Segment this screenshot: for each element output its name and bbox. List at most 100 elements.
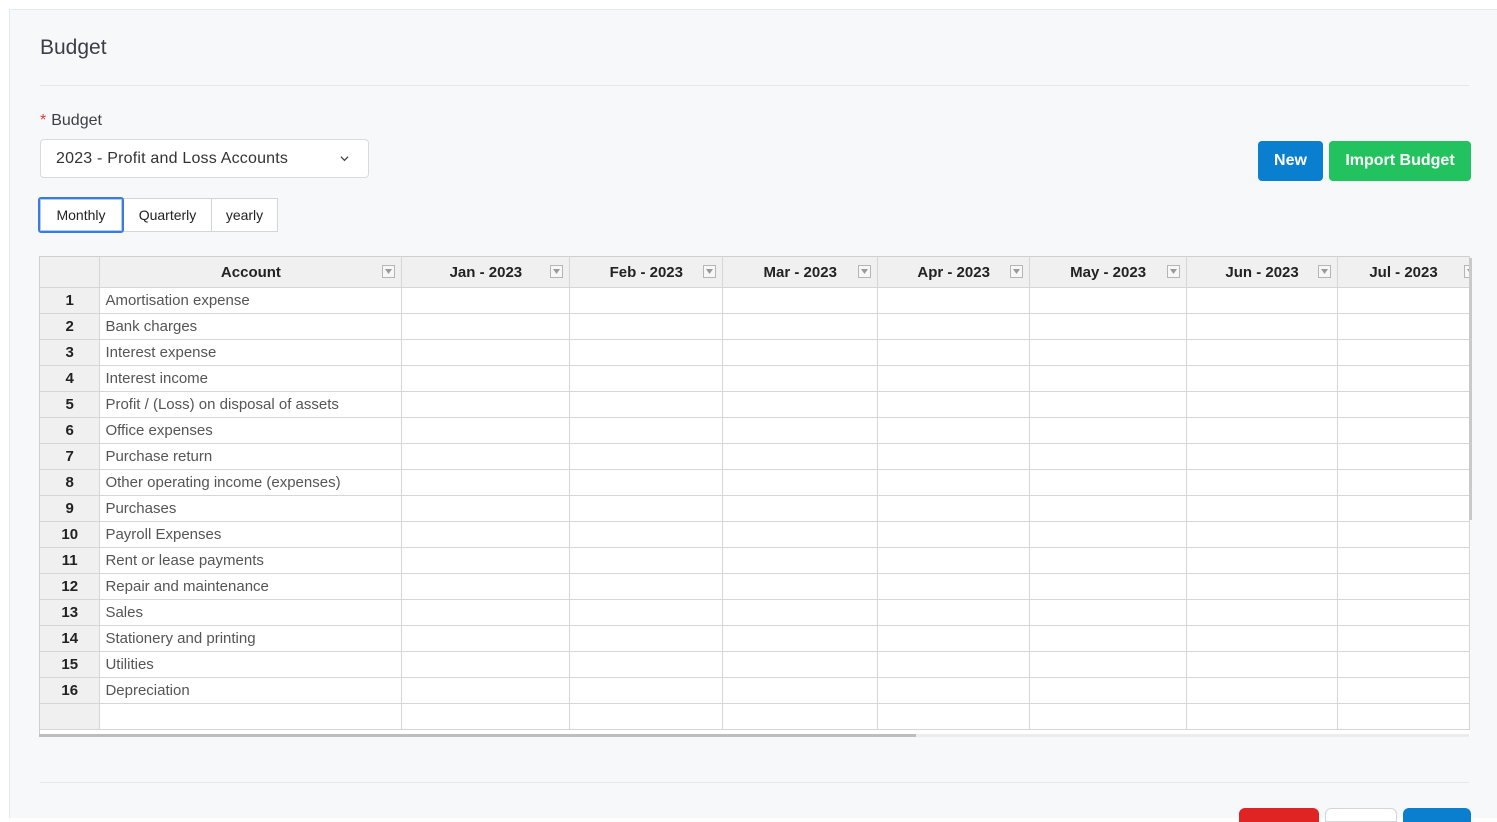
filter-icon[interactable] (1318, 265, 1332, 278)
column-header-month[interactable]: Feb - 2023 (569, 256, 724, 288)
row-number[interactable]: 2 (40, 313, 101, 340)
budget-amount-cell[interactable] (1186, 573, 1339, 600)
grid-cell[interactable] (1337, 703, 1470, 730)
budget-amount-cell[interactable] (1186, 443, 1339, 470)
budget-amount-cell[interactable] (1029, 417, 1188, 444)
account-cell[interactable]: Utilities (99, 651, 403, 678)
budget-amount-cell[interactable] (1029, 313, 1188, 340)
budget-amount-cell[interactable] (877, 391, 1031, 418)
row-number[interactable]: 10 (40, 521, 101, 548)
account-cell[interactable]: Repair and maintenance (99, 573, 403, 600)
budget-amount-cell[interactable] (401, 365, 571, 392)
column-header-month[interactable]: Jan - 2023 (401, 256, 571, 288)
budget-amount-cell[interactable] (877, 365, 1031, 392)
filter-icon[interactable] (382, 265, 396, 278)
filter-icon[interactable] (550, 265, 564, 278)
grid-cell[interactable] (722, 703, 879, 730)
budget-amount-cell[interactable] (401, 313, 571, 340)
account-cell[interactable]: Interest expense (99, 339, 403, 366)
account-cell[interactable]: Amortisation expense (99, 287, 403, 314)
filter-icon[interactable] (858, 265, 872, 278)
account-cell[interactable]: Sales (99, 599, 403, 626)
row-number[interactable]: 3 (40, 339, 101, 366)
budget-amount-cell[interactable] (1337, 625, 1470, 652)
budget-amount-cell[interactable] (877, 651, 1031, 678)
budget-amount-cell[interactable] (1337, 417, 1470, 444)
row-number[interactable]: 12 (40, 573, 101, 600)
save-button[interactable] (1403, 808, 1471, 822)
budget-amount-cell[interactable] (1186, 651, 1339, 678)
budget-amount-cell[interactable] (401, 599, 571, 626)
tab-quarterly[interactable]: Quarterly (123, 198, 212, 232)
budget-amount-cell[interactable] (1186, 495, 1339, 522)
budget-amount-cell[interactable] (1186, 625, 1339, 652)
budget-amount-cell[interactable] (722, 677, 879, 704)
budget-amount-cell[interactable] (569, 391, 724, 418)
column-header-account[interactable]: Account ◂▸ (99, 256, 403, 288)
budget-amount-cell[interactable] (1029, 443, 1188, 470)
grid-cell[interactable] (401, 703, 571, 730)
budget-amount-cell[interactable] (877, 469, 1031, 496)
budget-amount-cell[interactable] (877, 599, 1031, 626)
budget-amount-cell[interactable] (569, 287, 724, 314)
budget-amount-cell[interactable] (1186, 599, 1339, 626)
budget-amount-cell[interactable] (722, 391, 879, 418)
budget-amount-cell[interactable] (1186, 287, 1339, 314)
budget-amount-cell[interactable] (1186, 391, 1339, 418)
budget-amount-cell[interactable] (1029, 287, 1188, 314)
row-number[interactable]: 15 (40, 651, 101, 678)
account-cell[interactable]: Purchases (99, 495, 403, 522)
budget-amount-cell[interactable] (1337, 547, 1470, 574)
budget-amount-cell[interactable] (722, 573, 879, 600)
budget-amount-cell[interactable] (1029, 573, 1188, 600)
budget-amount-cell[interactable] (1029, 391, 1188, 418)
row-number[interactable]: 8 (40, 469, 101, 496)
budget-amount-cell[interactable] (401, 677, 571, 704)
budget-amount-cell[interactable] (722, 651, 879, 678)
budget-amount-cell[interactable] (1337, 677, 1470, 704)
budget-amount-cell[interactable] (569, 521, 724, 548)
row-number[interactable]: 1 (40, 287, 101, 314)
filter-icon[interactable] (1010, 265, 1024, 278)
budget-amount-cell[interactable] (569, 495, 724, 522)
budget-amount-cell[interactable] (722, 417, 879, 444)
budget-amount-cell[interactable] (1186, 469, 1339, 496)
delete-button[interactable] (1239, 808, 1319, 822)
column-header-month[interactable]: Jul - 2023 (1337, 256, 1470, 288)
account-cell[interactable]: Stationery and printing (99, 625, 403, 652)
budget-amount-cell[interactable] (1186, 313, 1339, 340)
budget-amount-cell[interactable] (1337, 521, 1470, 548)
budget-amount-cell[interactable] (1337, 495, 1470, 522)
budget-amount-cell[interactable] (401, 521, 571, 548)
budget-amount-cell[interactable] (401, 625, 571, 652)
budget-amount-cell[interactable] (569, 339, 724, 366)
column-header-month[interactable]: May - 2023 (1029, 256, 1188, 288)
budget-amount-cell[interactable] (1029, 625, 1188, 652)
budget-amount-cell[interactable] (569, 677, 724, 704)
column-header-month[interactable]: Jun - 2023 (1186, 256, 1339, 288)
budget-amount-cell[interactable] (722, 599, 879, 626)
import-budget-button[interactable]: Import Budget (1329, 141, 1471, 181)
budget-amount-cell[interactable] (1029, 365, 1188, 392)
budget-amount-cell[interactable] (569, 573, 724, 600)
budget-amount-cell[interactable] (1029, 469, 1188, 496)
budget-amount-cell[interactable] (877, 339, 1031, 366)
budget-amount-cell[interactable] (1029, 521, 1188, 548)
budget-amount-cell[interactable] (1029, 547, 1188, 574)
budget-amount-cell[interactable] (877, 573, 1031, 600)
budget-amount-cell[interactable] (722, 313, 879, 340)
grid-cell[interactable] (569, 703, 724, 730)
budget-amount-cell[interactable] (877, 417, 1031, 444)
budget-amount-cell[interactable] (401, 287, 571, 314)
column-header-month[interactable]: Apr - 2023 (877, 256, 1031, 288)
account-cell[interactable]: Rent or lease payments (99, 547, 403, 574)
new-button[interactable]: New (1258, 141, 1323, 181)
tab-monthly[interactable]: Monthly (38, 197, 124, 233)
budget-amount-cell[interactable] (401, 547, 571, 574)
budget-amount-cell[interactable] (1029, 677, 1188, 704)
budget-amount-cell[interactable] (877, 547, 1031, 574)
budget-amount-cell[interactable] (1337, 391, 1470, 418)
budget-amount-cell[interactable] (401, 443, 571, 470)
row-number[interactable]: 5 (40, 391, 101, 418)
budget-amount-cell[interactable] (1337, 313, 1470, 340)
